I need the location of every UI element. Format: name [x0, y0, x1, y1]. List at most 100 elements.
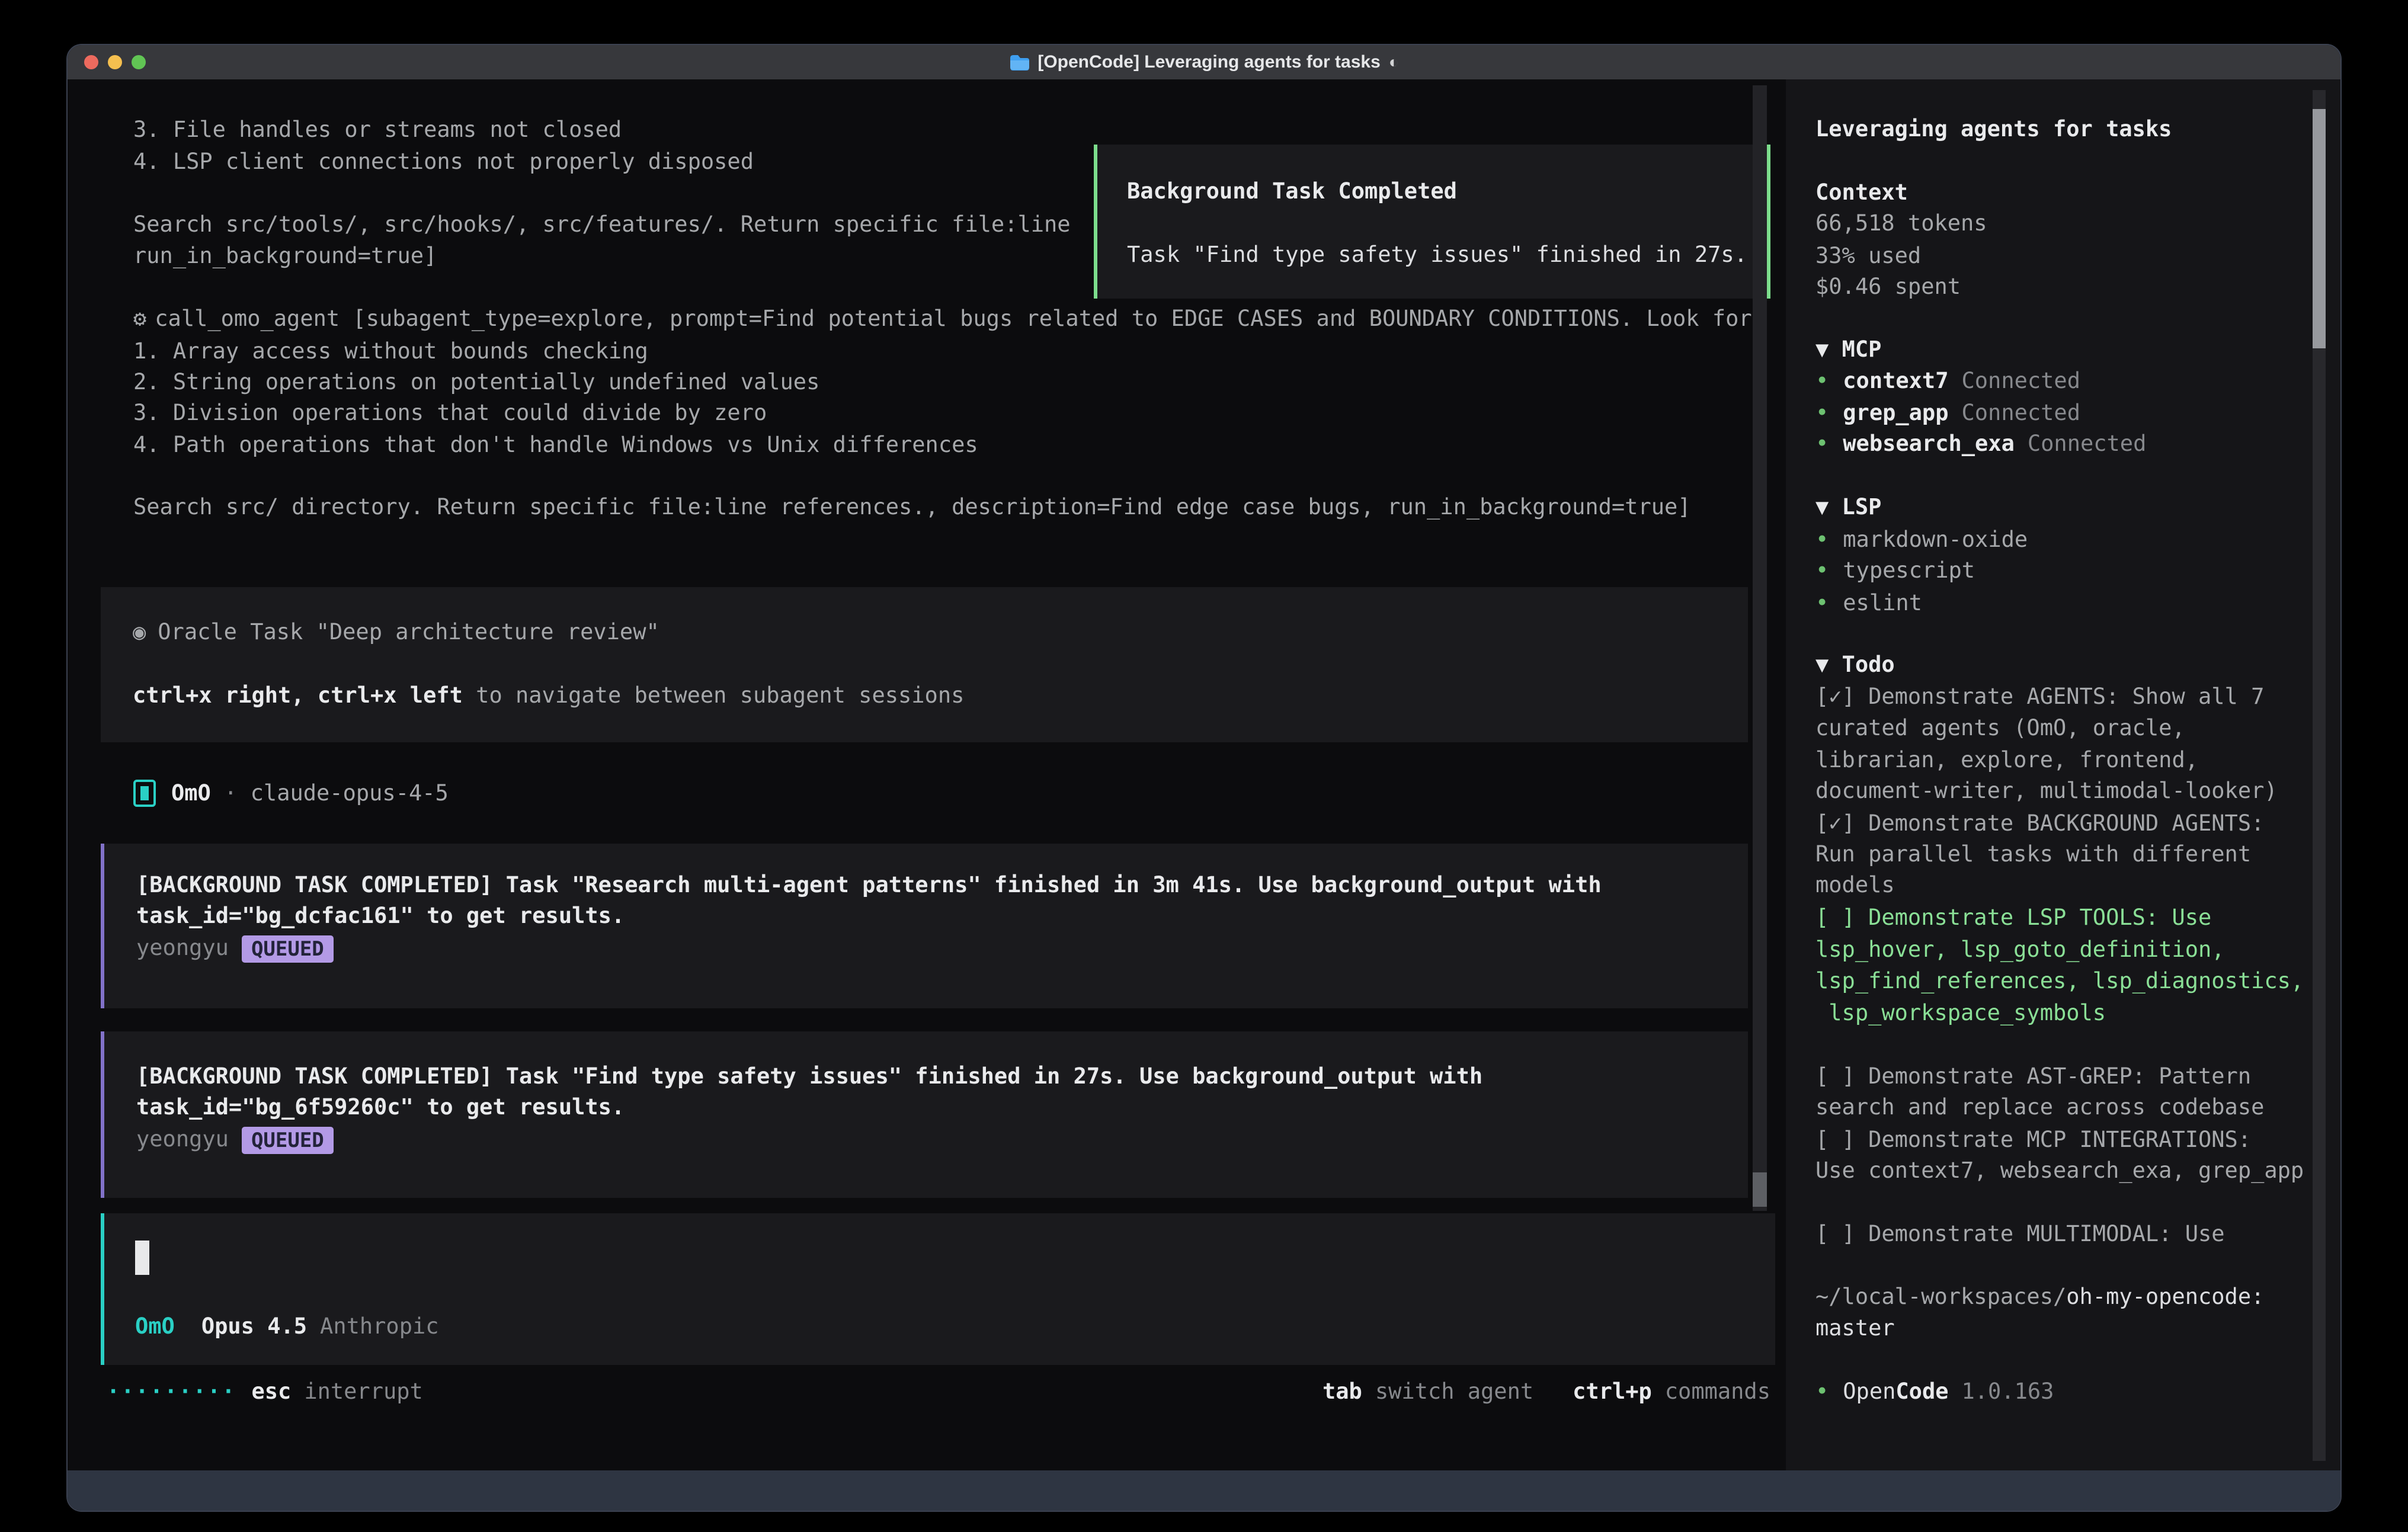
- output-line: 3. Division operations that could divide…: [133, 398, 767, 428]
- todo-line: [✓] Demonstrate BACKGROUND AGENTS:: [1815, 808, 2264, 839]
- output-line: 4. Path operations that don't handle Win…: [133, 430, 978, 460]
- message-line: task_id="bg_dcfac161" to get results.: [136, 900, 625, 931]
- close-button[interactable]: [84, 55, 98, 69]
- app-version-row: •OpenCode1.0.163: [1815, 1376, 2054, 1407]
- activity-dots: ·········: [107, 1379, 236, 1404]
- todo-line: [ ] Demonstrate MULTIMODAL: Use: [1815, 1219, 2225, 1249]
- todo-section-header[interactable]: ▼ Todo: [1815, 649, 1895, 680]
- app-name-bold: Code: [1895, 1379, 1948, 1404]
- mcp-item: • context7 Connected: [1815, 366, 2080, 396]
- todo-line: Use context7, websearch_exa, grep_app: [1815, 1155, 2304, 1186]
- bullet-icon: •: [1815, 557, 1829, 583]
- author-name: yeongyu: [136, 1126, 229, 1152]
- text-cursor: [135, 1241, 149, 1275]
- session-state-icon: ◐: [1389, 53, 1399, 72]
- shortcut-hint: to navigate between subagent sessions: [463, 682, 964, 708]
- status-badge: QUEUED: [242, 1127, 334, 1154]
- traffic-lights: [84, 55, 146, 69]
- status-badge: QUEUED: [242, 935, 334, 963]
- lsp-server-name: markdown-oxide: [1843, 527, 2028, 552]
- output-line: run_in_background=true]: [133, 241, 437, 271]
- input-agent-name: OmO: [135, 1313, 175, 1339]
- todo-line: document-writer, multimodal-looker): [1815, 775, 2278, 806]
- agent-model: claude-opus-4-5: [251, 778, 449, 809]
- todo-line: models: [1815, 870, 1895, 900]
- sidebar-scrollbar-thumb[interactable]: [2313, 109, 2326, 348]
- context-spent: $0.46 spent: [1815, 271, 1961, 302]
- oracle-task-panel: ◉Oracle Task "Deep architecture review" …: [101, 587, 1748, 742]
- context-header: Context: [1815, 177, 1908, 208]
- lsp-item: • eslint: [1815, 588, 1922, 618]
- gear-icon: ⚙: [133, 306, 146, 331]
- message-line: [BACKGROUND TASK COMPLETED] Task "Find t…: [136, 1061, 1482, 1092]
- title-bar: [OpenCode] Leveraging agents for tasks ◐: [68, 45, 2340, 79]
- app-name: Open: [1843, 1379, 1895, 1404]
- input-model-row: OmO Opus 4.5 Anthropic: [135, 1311, 439, 1342]
- bullet-icon: •: [1815, 590, 1829, 616]
- esc-key-label: interrupt: [304, 1379, 422, 1404]
- tab-key-label: switch agent: [1375, 1379, 1533, 1404]
- ctrlp-key-label: commands: [1665, 1379, 1770, 1404]
- bullet-icon: •: [1815, 527, 1829, 552]
- agent-chip: OmO · claude-opus-4-5: [133, 777, 449, 810]
- mcp-section-header[interactable]: ▼ MCP: [1815, 334, 1881, 365]
- lsp-section-header[interactable]: ▼ LSP: [1815, 492, 1881, 523]
- session-title: Leveraging agents for tasks: [1815, 114, 2172, 145]
- mcp-server-status: Connected: [1962, 400, 2080, 425]
- todo-line: search and replace across codebase: [1815, 1092, 2264, 1123]
- window-title-text: [OpenCode] Leveraging agents for tasks: [1038, 52, 1380, 72]
- shortcut-keys: ctrl+x right, ctrl+x left: [133, 682, 463, 708]
- mcp-server-name: websearch_exa: [1843, 431, 2015, 456]
- workspace-path-prefix: ~/local-workspaces/: [1815, 1284, 2066, 1309]
- bullet-icon: •: [1815, 400, 1829, 425]
- tab-key-hint: tab: [1323, 1379, 1362, 1404]
- output-line: 3. File handles or streams not closed: [133, 114, 622, 145]
- oracle-task-title-line: ◉Oracle Task "Deep architecture review": [133, 617, 659, 648]
- output-line: 2. String operations on potentially unde…: [133, 367, 819, 398]
- input-provider-name: Anthropic: [320, 1313, 438, 1339]
- statusbar-left: ········· esc interrupt: [107, 1376, 423, 1407]
- tool-call-text: call_omo_agent [subagent_type=explore, p…: [155, 306, 1751, 331]
- author-name: yeongyu: [136, 935, 229, 960]
- bullet-icon: •: [1815, 431, 1829, 456]
- git-branch: master: [1815, 1313, 1895, 1344]
- todo-line-active: [ ] Demonstrate LSP TOOLS: Use: [1815, 902, 2211, 933]
- notification-body: Task "Find type safety issues" finished …: [1127, 239, 1747, 270]
- app-version-number: 1.0.163: [1962, 1379, 2054, 1404]
- message-line: task_id="bg_6f59260c" to get results.: [136, 1092, 625, 1123]
- agent-name: OmO: [171, 778, 211, 809]
- todo-line: curated agents (OmO, oracle,: [1815, 713, 2185, 743]
- prompt-input[interactable]: OmO Opus 4.5 Anthropic: [101, 1213, 1775, 1365]
- zoom-button[interactable]: [132, 55, 146, 69]
- esc-key-hint: esc: [251, 1379, 291, 1404]
- output-line: Search src/ directory. Return specific f…: [133, 492, 1691, 523]
- ctrlp-key-hint: ctrl+p: [1573, 1379, 1652, 1404]
- minimize-button[interactable]: [108, 55, 122, 69]
- message-meta: yeongyu QUEUED: [136, 932, 334, 963]
- bullet-icon: •: [1815, 368, 1829, 393]
- mcp-server-name: grep_app: [1843, 400, 1948, 425]
- background-task-notification: Background Task Completed Task "Find typ…: [1094, 145, 1770, 299]
- window-bottom-strip: [68, 1470, 2340, 1511]
- mcp-server-name: context7: [1843, 368, 1948, 393]
- todo-line: [ ] Demonstrate MCP INTEGRATIONS:: [1815, 1124, 2251, 1155]
- todo-line: [✓] Demonstrate AGENTS: Show all 7: [1815, 681, 2264, 712]
- mcp-server-status: Connected: [1962, 368, 2080, 393]
- statusbar-right: tab switch agent ctrl+p commands: [1323, 1376, 1770, 1407]
- main-scrollbar-thumb[interactable]: [1753, 1172, 1767, 1207]
- todo-line: [ ] Demonstrate AST-GREP: Pattern: [1815, 1061, 2251, 1092]
- oracle-task-hint-line: ctrl+x right, ctrl+x left to navigate be…: [133, 680, 964, 711]
- lsp-item: •typescript: [1815, 555, 1975, 586]
- main-scrollbar-track[interactable]: [1753, 85, 1767, 1211]
- message-meta: yeongyu QUEUED: [136, 1124, 334, 1155]
- mcp-server-status: Connected: [2028, 431, 2146, 456]
- workspace-path: ~/local-workspaces/oh-my-opencode:: [1815, 1281, 2264, 1312]
- lsp-server-name: eslint: [1843, 590, 1922, 616]
- output-line: 4. LSP client connections not properly d…: [133, 146, 754, 177]
- output-line: 1. Array access without bounds checking: [133, 336, 648, 367]
- input-model-name: Opus 4.5: [201, 1313, 307, 1339]
- todo-line: Run parallel tasks with different: [1815, 839, 2251, 870]
- separator-dot: ·: [211, 778, 251, 809]
- session-sidebar: Leveraging agents for tasks Context 66,5…: [1786, 79, 2342, 1473]
- context-tokens: 66,518 tokens: [1815, 208, 1987, 239]
